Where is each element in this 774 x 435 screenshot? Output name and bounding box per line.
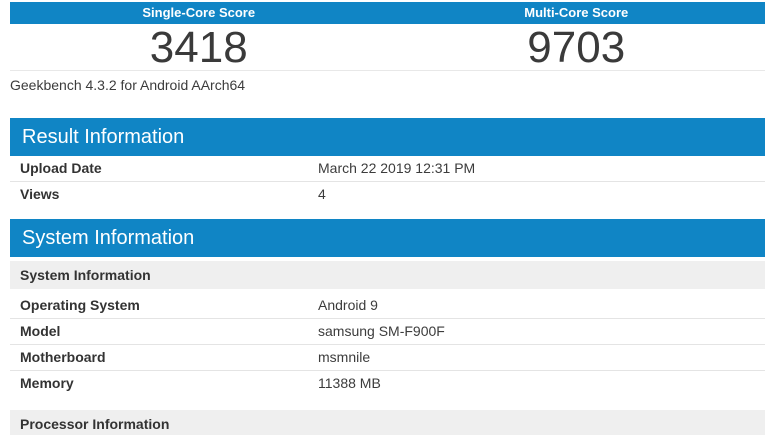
score-values-row: 3418 9703 — [10, 23, 765, 72]
row-value: samsung SM-F900F — [318, 323, 445, 339]
row-label: Operating System — [20, 297, 140, 313]
single-core-score-value: 3418 — [149, 23, 248, 72]
row-value: 11388 MB — [318, 375, 381, 391]
table-row-views: Views 4 — [10, 182, 765, 207]
system-information-table: Operating System Android 9 Model samsung… — [10, 293, 765, 396]
benchmark-result-page: Single-Core Score Multi-Core Score 3418 … — [10, 0, 765, 435]
benchmark-version-caption: Geekbench 4.3.2 for Android AArch64 — [10, 77, 246, 93]
section-result-information: Result Information Upload Date March 22 … — [10, 118, 765, 207]
horizontal-divider — [10, 70, 765, 71]
table-row-motherboard: Motherboard msmnile — [10, 345, 765, 371]
row-label: Motherboard — [20, 349, 106, 365]
row-value: March 22 2019 12:31 PM — [318, 160, 476, 176]
row-label: Upload Date — [20, 160, 102, 176]
table-row-memory: Memory 11388 MB — [10, 371, 765, 396]
table-row-model: Model samsung SM-F900F — [10, 319, 765, 345]
row-label: Views — [20, 186, 60, 202]
row-value: msmnile — [318, 349, 371, 365]
row-label: Model — [20, 323, 61, 339]
section-system-information: System Information System Information Op… — [10, 219, 765, 435]
result-information-table: Upload Date March 22 2019 12:31 PM Views… — [10, 156, 765, 207]
subheader-processor-information: Processor Information — [10, 410, 765, 435]
section-title-result-information: Result Information — [10, 118, 765, 156]
single-core-score-label: Single-Core Score — [142, 5, 256, 20]
table-row-operating-system: Operating System Android 9 — [10, 293, 765, 319]
row-value: Android 9 — [318, 297, 378, 313]
table-row-upload-date: Upload Date March 22 2019 12:31 PM — [10, 156, 765, 182]
subheader-system-information: System Information — [10, 261, 765, 289]
section-title-system-information: System Information — [10, 219, 765, 257]
score-header-bar: Single-Core Score Multi-Core Score — [10, 2, 765, 24]
row-label: Memory — [20, 375, 74, 391]
multi-core-score-value: 9703 — [527, 23, 626, 72]
multi-core-score-label: Multi-Core Score — [524, 5, 629, 20]
row-value: 4 — [318, 186, 326, 202]
